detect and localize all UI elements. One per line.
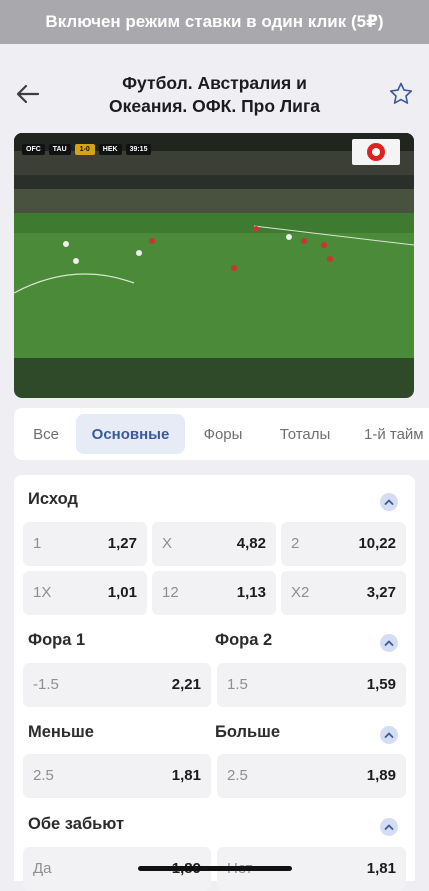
arrow-left-icon[interactable]	[14, 80, 42, 108]
one-click-bet-banner[interactable]: Включен режим ставки в один клик (5₽)	[0, 0, 429, 44]
odds-cell-under[interactable]: 2.5 1,81	[23, 754, 211, 798]
banner-text: Включен режим ставки в один клик (5₽)	[45, 12, 384, 31]
odds-label: X2	[291, 584, 310, 601]
scorebug: OFC TAU 1-0 HEK 39:15	[22, 140, 152, 158]
scorebug-home: TAU	[48, 143, 71, 155]
odds-cell-x[interactable]: X 4,82	[152, 522, 276, 566]
odds-value: 1,81	[171, 767, 201, 784]
odds-cell-1x[interactable]: 1X 1,01	[23, 571, 147, 615]
star-icon[interactable]	[387, 80, 415, 108]
odds-label: -1.5	[33, 676, 59, 693]
odds-label: Да	[33, 860, 52, 877]
odds-cell-2[interactable]: 2 10,22	[281, 522, 406, 566]
odds-cell-1[interactable]: 1 1,27	[23, 522, 147, 566]
chevron-up-icon[interactable]	[380, 493, 398, 511]
odds-label: 1X	[33, 584, 52, 601]
odds-label: 12	[162, 584, 179, 601]
video-player[interactable]: OFC TAU 1-0 HEK 39:15	[14, 133, 414, 398]
tab-first-half[interactable]: 1-й тайм	[354, 414, 429, 454]
scorebug-time: 39:15	[125, 143, 152, 155]
event-title-line2: Океания. ОФК. Про Лига	[109, 96, 320, 116]
tab-all[interactable]: Все	[20, 414, 72, 454]
home-indicator[interactable]	[138, 866, 292, 871]
handicap2-title: Фора 2	[215, 631, 273, 649]
odds-label: 2	[291, 535, 300, 552]
tab-totals[interactable]: Тоталы	[264, 414, 346, 454]
tab-handicaps[interactable]: Форы	[190, 414, 256, 454]
odds-label: 1	[33, 535, 42, 552]
handicap1-title: Фора 1	[28, 631, 86, 649]
odds-cell-handicap2[interactable]: 1.5 1,59	[217, 663, 406, 707]
odds-cell-handicap1[interactable]: -1.5 2,21	[23, 663, 211, 707]
odds-value: 1,81	[366, 860, 396, 877]
odds-value: 1,27	[107, 535, 137, 552]
outcome-title: Исход	[28, 490, 78, 508]
odds-value: 1,01	[107, 584, 137, 601]
odds-label: X	[162, 535, 173, 552]
odds-label: 2.5	[227, 767, 248, 784]
odds-value: 2,21	[171, 676, 201, 693]
chevron-up-icon[interactable]	[380, 818, 398, 836]
event-header: Футбол. Австралия и Океания. ОФК. Про Ли…	[0, 44, 429, 130]
chevron-up-icon[interactable]	[380, 726, 398, 744]
odds-value: 10,22	[358, 535, 396, 552]
scorebug-league: OFC	[22, 143, 45, 155]
odds-label: 1.5	[227, 676, 248, 693]
odds-cell-12[interactable]: 12 1,13	[152, 571, 276, 615]
under-title: Меньше	[28, 723, 94, 741]
odds-cell-x2[interactable]: X2 3,27	[281, 571, 406, 615]
markets-panel: Исход 1 1,27 X 4,82 2 10,22 1X 1,01 12 1…	[14, 475, 415, 891]
odds-value: 3,27	[366, 584, 396, 601]
odds-value: 1,89	[366, 767, 396, 784]
odds-cell-over[interactable]: 2.5 1,89	[217, 754, 406, 798]
tab-main[interactable]: Основные	[76, 414, 185, 454]
broadcaster-logo-icon	[352, 139, 400, 165]
market-tabs: Все Основные Форы Тоталы 1-й тайм	[14, 408, 429, 460]
scorebug-score: 1-0	[74, 143, 95, 155]
scorebug-away: HEK	[98, 143, 122, 155]
chevron-up-icon[interactable]	[380, 634, 398, 652]
match-video-frame	[14, 133, 414, 358]
odds-value: 1,13	[236, 584, 266, 601]
event-title: Футбол. Австралия и Океания. ОФК. Про Ли…	[70, 72, 359, 118]
btts-title: Обе забьют	[28, 815, 125, 833]
over-title: Больше	[215, 723, 281, 741]
event-title-line1: Футбол. Австралия и	[122, 73, 307, 93]
odds-label: 2.5	[33, 767, 54, 784]
odds-value: 1,59	[366, 676, 396, 693]
odds-value: 4,82	[236, 535, 266, 552]
